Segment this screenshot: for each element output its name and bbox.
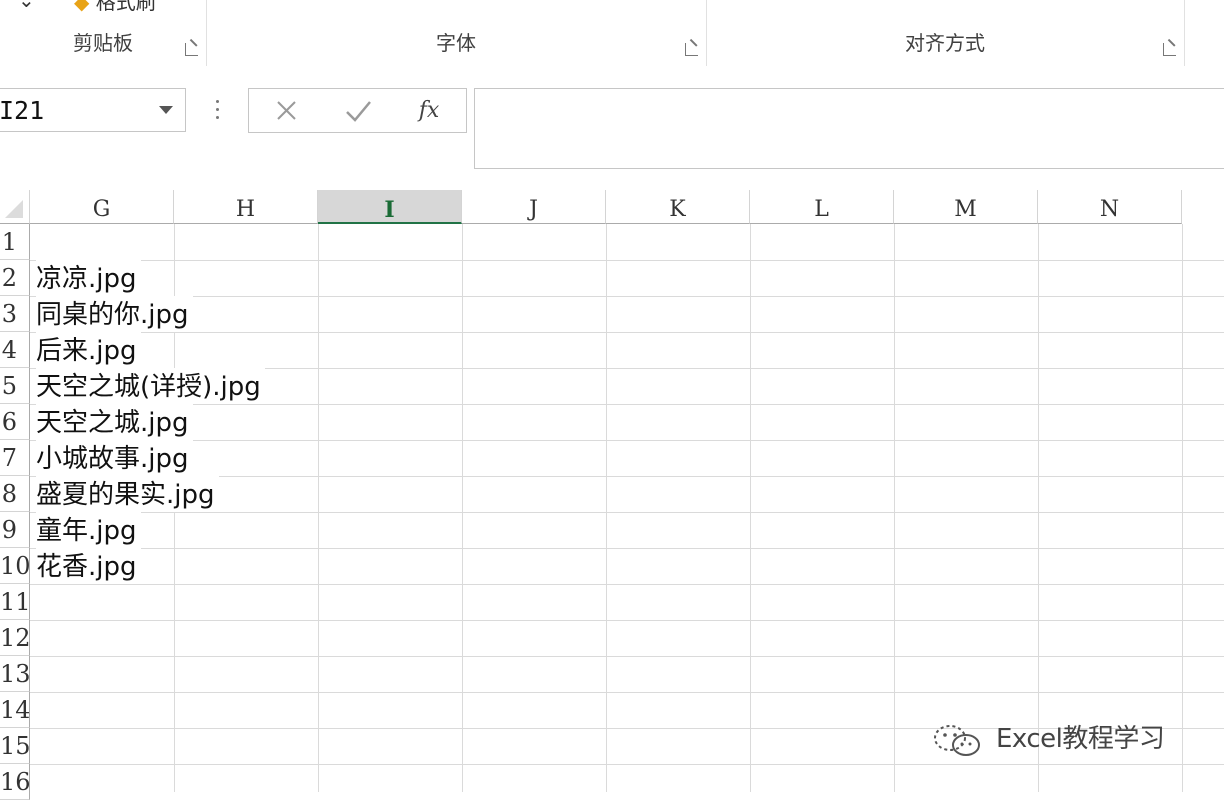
formula-bar: I21 fx — [0, 66, 1224, 178]
column-header-l[interactable]: L — [750, 190, 894, 224]
row-header[interactable]: 15 — [0, 728, 30, 764]
wechat-icon — [934, 725, 980, 756]
row-header[interactable]: 11 — [0, 584, 30, 620]
gridline — [30, 260, 1224, 261]
group-label-font: 字体 — [436, 31, 476, 55]
gridline — [318, 224, 319, 792]
format-painter-label: 格式刷 — [95, 0, 156, 14]
column-header-m[interactable]: M — [894, 190, 1038, 224]
gridline — [30, 692, 1224, 693]
checkmark-icon — [346, 101, 371, 122]
row-header[interactable]: 7 — [0, 440, 30, 476]
row-header[interactable]: 5 — [0, 368, 30, 404]
column-header-j[interactable]: J — [462, 190, 606, 224]
gridline — [30, 764, 1224, 765]
ribbon-group-clipboard: ⌄ ◆ 格式刷 剪贴板 — [0, 0, 207, 66]
insert-function-button[interactable]: fx — [409, 95, 449, 127]
row-header[interactable]: 13 — [0, 656, 30, 692]
gridline — [30, 296, 1224, 297]
row-header[interactable]: 1 — [0, 224, 30, 260]
gridline — [1038, 224, 1039, 792]
ribbon: ⌄ ◆ 格式刷 剪贴板 字体 对齐方式 — [0, 0, 1224, 67]
gridline — [30, 656, 1224, 657]
select-all-button[interactable] — [0, 190, 30, 224]
watermark: Excel教程学习 — [928, 720, 1188, 760]
cell-g4[interactable]: 后来.jpg — [36, 332, 141, 368]
gridline — [606, 224, 607, 792]
row-header[interactable]: 10 — [0, 548, 30, 584]
cell-g7[interactable]: 小城故事.jpg — [36, 440, 193, 476]
gridline — [750, 224, 751, 792]
gridline — [30, 584, 1224, 585]
column-header-n[interactable]: N — [1038, 190, 1182, 224]
column-header-i[interactable]: I — [318, 190, 462, 224]
watermark-text: Excel教程学习 — [996, 724, 1165, 754]
gridline — [30, 548, 1224, 549]
formula-buttons: fx — [248, 88, 467, 133]
column-header-h[interactable]: H — [174, 190, 318, 224]
row-header[interactable]: 2 — [0, 260, 30, 296]
column-header-k[interactable]: K — [606, 190, 750, 224]
cell-g3[interactable]: 同桌的你.jpg — [36, 296, 193, 332]
select-all-triangle-icon — [5, 200, 23, 218]
name-box[interactable]: I21 — [0, 88, 186, 132]
row-header[interactable]: 9 — [0, 512, 30, 548]
name-box-value: I21 — [0, 96, 45, 125]
gridline — [894, 224, 895, 792]
grip-handle-icon[interactable] — [216, 100, 220, 122]
ribbon-group-alignment: 对齐方式 — [706, 0, 1185, 66]
gridline — [1182, 224, 1183, 792]
cell-g9[interactable]: 童年.jpg — [36, 512, 141, 548]
group-label-clipboard: 剪贴板 — [73, 31, 133, 55]
dialog-launcher-icon[interactable] — [185, 43, 198, 56]
format-painter-button[interactable]: ◆ 格式刷 — [74, 0, 156, 15]
ribbon-group-font: 字体 — [206, 0, 707, 66]
cell-g10[interactable]: 花香.jpg — [36, 548, 141, 584]
worksheet-grid[interactable]: G H I J K L M N 1 2 3 4 5 6 7 8 9 10 11 … — [0, 190, 1224, 800]
close-icon — [277, 101, 296, 120]
formula-input[interactable] — [474, 88, 1224, 169]
row-header[interactable]: 14 — [0, 692, 30, 728]
row-header[interactable]: 6 — [0, 404, 30, 440]
cell-g5[interactable]: 天空之城(详授).jpg — [36, 368, 265, 404]
cell-g8[interactable]: 盛夏的果实.jpg — [36, 476, 219, 512]
gridline — [30, 404, 1224, 405]
dialog-launcher-icon[interactable] — [1163, 43, 1176, 56]
group-label-alignment: 对齐方式 — [905, 31, 985, 55]
cancel-button[interactable] — [267, 95, 307, 127]
column-header-g[interactable]: G — [30, 190, 174, 224]
row-header[interactable]: 8 — [0, 476, 30, 512]
brush-icon: ◆ — [74, 0, 90, 14]
row-header[interactable]: 16 — [0, 764, 30, 800]
row-header[interactable]: 4 — [0, 332, 30, 368]
cell-g2[interactable]: 凉凉.jpg — [36, 260, 141, 296]
gridline — [462, 224, 463, 792]
gridline — [30, 440, 1224, 441]
dialog-launcher-icon[interactable] — [685, 43, 698, 56]
gridline — [30, 332, 1224, 333]
row-header[interactable]: 3 — [0, 296, 30, 332]
gridline — [30, 620, 1224, 621]
enter-button[interactable] — [339, 95, 379, 127]
cell-g6[interactable]: 天空之城.jpg — [36, 404, 193, 440]
dropdown-arrow-icon[interactable] — [159, 106, 173, 114]
chevron-down-icon[interactable]: ⌄ — [18, 0, 35, 12]
row-header[interactable]: 12 — [0, 620, 30, 656]
gridline — [30, 512, 1224, 513]
